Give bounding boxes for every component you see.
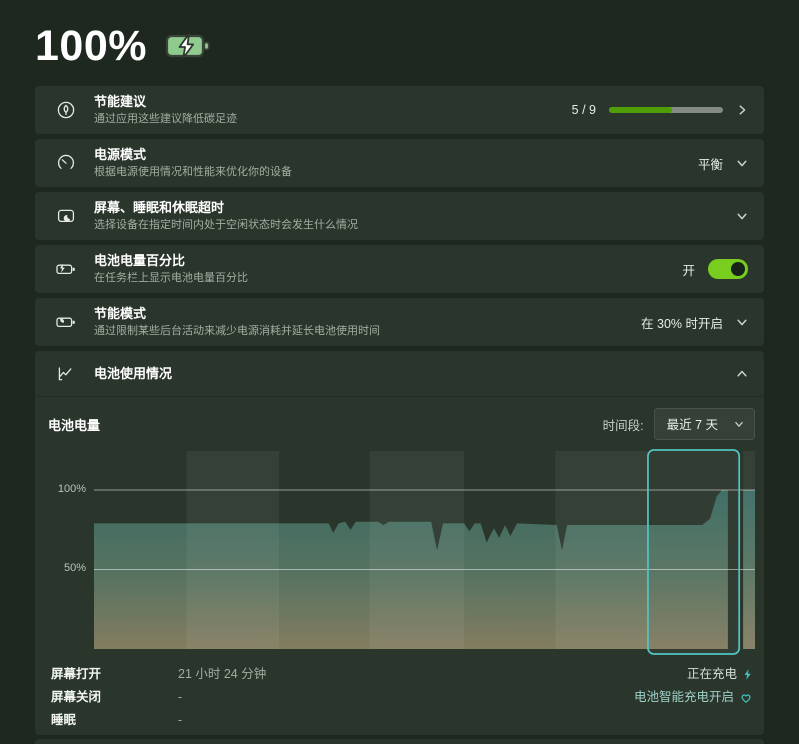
period-label: 时间段: bbox=[603, 415, 644, 434]
row-subtitle: 通过限制某些后台活动来减少电源消耗并延长电池使用时间 bbox=[94, 324, 641, 338]
heart-icon bbox=[740, 692, 752, 704]
battery-usage-body: 电池电量 时间段: 最近 7 天 100% 50% bbox=[35, 410, 764, 729]
battery-level-area-chart[interactable] bbox=[94, 447, 755, 657]
chevron-down-icon bbox=[736, 210, 748, 222]
row-subtitle: 通过应用这些建议降低碳足迹 bbox=[94, 112, 572, 126]
row-title: 电池电量百分比 bbox=[94, 253, 682, 269]
eco-leaf-icon bbox=[54, 100, 78, 120]
power-battery-settings-page: 100% 节能建议 通过应用这些建议降低碳足迹 5 / 9 bbox=[0, 0, 799, 741]
smart-charging-status[interactable]: 电池智能充电开启 bbox=[634, 689, 752, 706]
power-mode-selected-value[interactable]: 平衡 bbox=[698, 154, 723, 173]
battery-bolt-icon bbox=[54, 259, 78, 279]
battery-status-header: 100% bbox=[35, 0, 764, 86]
setting-row-screen-sleep-timeouts[interactable]: 屏幕、睡眠和休眠超时 选择设备在指定时间内处于空闲状态时会发生什么情况 bbox=[35, 192, 764, 240]
chevron-up-icon bbox=[736, 368, 748, 380]
row-title: 屏幕、睡眠和休眠超时 bbox=[94, 200, 736, 216]
battery-charging-icon bbox=[165, 31, 211, 66]
ytick-100: 100% bbox=[48, 483, 86, 495]
ytick-50: 50% bbox=[48, 562, 86, 574]
battery-level-chart[interactable]: 100% 50% bbox=[48, 447, 755, 657]
line-chart-icon bbox=[54, 364, 78, 384]
row-title: 节能建议 bbox=[94, 94, 572, 110]
battery-leaf-icon bbox=[54, 312, 78, 332]
stat-value: - bbox=[178, 712, 266, 729]
stat-label: 睡眠 bbox=[51, 712, 178, 729]
stat-value: 21 小时 24 分钟 bbox=[178, 666, 266, 683]
recommendations-progressbar bbox=[609, 107, 723, 113]
setting-row-battery-percentage[interactable]: 电池电量百分比 在任务栏上显示电池电量百分比 开 bbox=[35, 245, 764, 293]
battery-percentage-toggle[interactable] bbox=[708, 259, 748, 279]
row-title: 电源模式 bbox=[94, 147, 698, 163]
chevron-down-icon bbox=[736, 316, 748, 328]
battery-level-label: 电池电量 bbox=[48, 415, 100, 434]
toggle-knob bbox=[731, 262, 745, 276]
setting-row-energy-recommendations[interactable]: 节能建议 通过应用这些建议降低碳足迹 5 / 9 bbox=[35, 86, 764, 134]
gauge-icon bbox=[54, 153, 78, 173]
usage-title: 电池使用情况 bbox=[94, 366, 736, 382]
period-select[interactable]: 最近 7 天 bbox=[654, 408, 755, 440]
battery-percent-heading: 100% bbox=[35, 25, 147, 68]
period-value: 最近 7 天 bbox=[667, 414, 718, 433]
chevron-down-icon bbox=[736, 157, 748, 169]
row-title: 节能模式 bbox=[94, 306, 641, 322]
stat-label: 屏幕打开 bbox=[51, 666, 178, 683]
row-subtitle: 根据电源使用情况和性能来优化你的设备 bbox=[94, 165, 698, 179]
row-subtitle: 选择设备在指定时间内处于空闲状态时会发生什么情况 bbox=[94, 218, 736, 232]
screen-sleep-icon bbox=[54, 206, 78, 226]
row-subtitle: 在任务栏上显示电池电量百分比 bbox=[94, 271, 682, 285]
bolt-icon bbox=[743, 668, 752, 681]
energy-saver-selected-value[interactable]: 在 30% 时开启 bbox=[641, 313, 723, 332]
battery-usage-header[interactable]: 电池使用情况 bbox=[35, 351, 764, 397]
chevron-right-icon bbox=[736, 104, 748, 116]
battery-usage-card: 电池使用情况 电池电量 时间段: 最近 7 天 1 bbox=[35, 351, 764, 735]
charging-status: 正在充电 bbox=[634, 666, 752, 683]
chevron-down-icon bbox=[734, 419, 744, 429]
stat-label: 屏幕关闭 bbox=[51, 689, 178, 706]
setting-row-energy-saver[interactable]: 节能模式 通过限制某些后台活动来减少电源消耗并延长电池使用时间 在 30% 时开… bbox=[35, 298, 764, 346]
next-card-top-edge bbox=[35, 739, 764, 744]
stat-value: - bbox=[178, 689, 266, 706]
recommendations-count: 5 / 9 bbox=[572, 103, 596, 117]
setting-row-power-mode[interactable]: 电源模式 根据电源使用情况和性能来优化你的设备 平衡 bbox=[35, 139, 764, 187]
usage-stats: 屏幕打开 21 小时 24 分钟 屏幕关闭 - 睡眠 - 正在充电 bbox=[48, 666, 755, 729]
toggle-state-label: 开 bbox=[682, 260, 695, 279]
